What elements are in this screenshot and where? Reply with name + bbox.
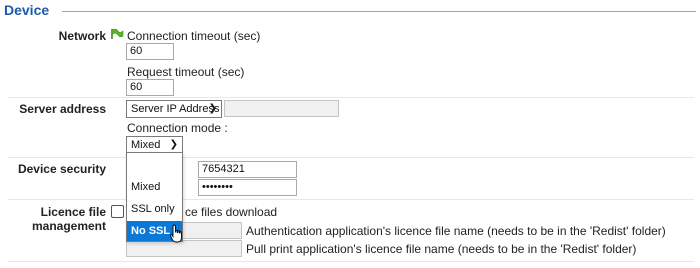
network-label: Network xyxy=(58,29,106,43)
row-separator xyxy=(8,97,694,98)
connection-mode-option-mixed[interactable]: Mixed xyxy=(127,177,182,197)
section-divider xyxy=(62,11,696,12)
licence-label-line1: Licence file xyxy=(40,205,106,219)
server-address-type-value: Server IP Address xyxy=(131,103,220,115)
server-address-label: Server address xyxy=(19,102,106,116)
pull-print-licence-description: Pull print application's licence file na… xyxy=(246,242,637,256)
device-password-field[interactable]: •••••••• xyxy=(198,179,297,196)
row-separator xyxy=(8,261,694,262)
hand-cursor-icon xyxy=(169,224,182,243)
server-address-input[interactable] xyxy=(224,100,339,117)
row-separator xyxy=(8,157,694,158)
connection-mode-value: Mixed xyxy=(131,139,161,151)
connection-mode-label: Connection mode : xyxy=(127,121,228,135)
request-timeout-label: Request timeout (sec) xyxy=(127,65,245,79)
row-separator xyxy=(8,199,694,200)
device-security-field[interactable]: 7654321 xyxy=(198,161,297,178)
server-address-type-select[interactable]: Server IP Address ❯ xyxy=(126,100,222,118)
licence-download-checkbox[interactable] xyxy=(111,205,124,218)
request-timeout-input[interactable]: 60 xyxy=(126,79,174,96)
section-title: Device xyxy=(4,2,50,18)
licence-download-text: ce files download xyxy=(185,205,278,219)
auth-licence-description: Authentication application's licence fil… xyxy=(246,224,666,238)
connection-timeout-label: Connection timeout (sec) xyxy=(127,29,261,43)
chevron-down-icon: ❯ xyxy=(208,103,217,114)
licence-label-line2: management xyxy=(31,219,106,233)
connection-timeout-input[interactable]: 60 xyxy=(126,43,174,60)
device-security-label: Device security xyxy=(17,162,106,176)
chevron-down-icon: ❯ xyxy=(169,139,178,150)
connection-mode-option-ssl-only[interactable]: SSL only xyxy=(127,199,182,219)
green-flag-icon xyxy=(111,28,124,39)
